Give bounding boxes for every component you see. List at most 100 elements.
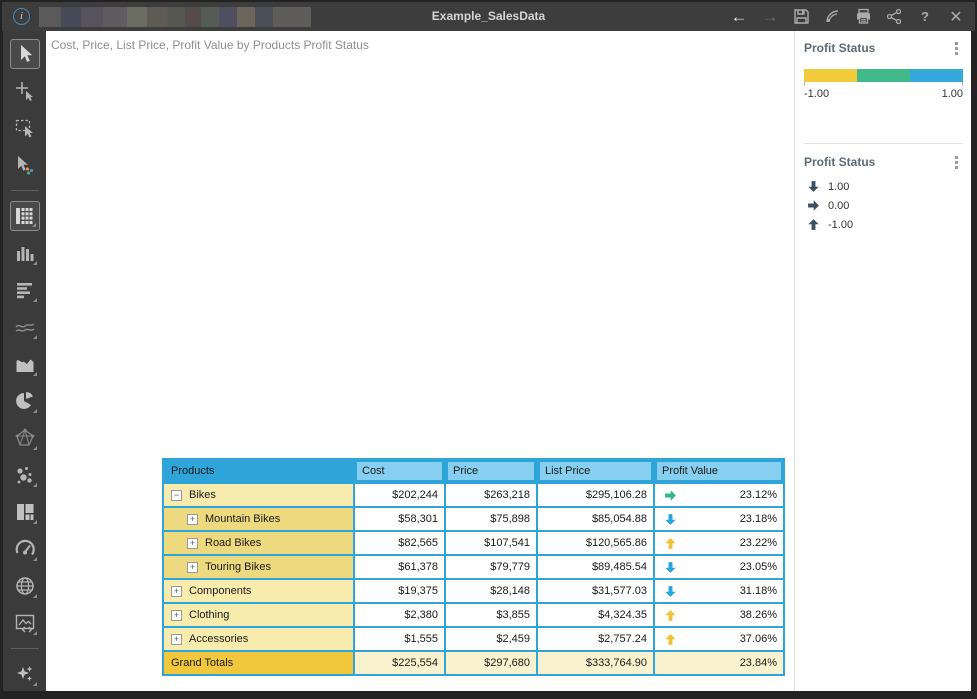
price-cell[interactable]: $75,898: [446, 508, 536, 530]
help-icon[interactable]: ?: [914, 6, 936, 28]
grand-total-profit-value[interactable]: 23.84%: [655, 652, 783, 674]
column-header-profit-value[interactable]: Profit Value: [655, 460, 783, 482]
product-label: Accessories: [189, 633, 248, 645]
row-header[interactable]: +Clothing: [164, 604, 353, 626]
gradient-ticks: [804, 82, 963, 86]
row-header[interactable]: +Road Bikes: [164, 532, 353, 554]
row-header[interactable]: + Accessories: [164, 628, 353, 650]
profit-value-cell[interactable]: 23.18%: [655, 508, 783, 530]
grand-totals-header[interactable]: Grand Totals: [164, 652, 353, 674]
price-cell[interactable]: $79,779: [446, 556, 536, 578]
forward-icon[interactable]: →: [759, 6, 781, 28]
back-icon[interactable]: ←: [728, 6, 750, 28]
legend-item[interactable]: 0.00: [804, 199, 963, 212]
scatter-plot-icon[interactable]: [10, 460, 40, 490]
custom-visualization-icon[interactable]: [10, 608, 40, 638]
cost-cell[interactable]: $2,380: [355, 604, 444, 626]
pie-chart-icon[interactable]: [10, 386, 40, 416]
row-header[interactable]: + Mountain Bikes: [164, 508, 353, 530]
list-price-cell[interactable]: $89,485.54: [538, 556, 653, 578]
grand-total-price[interactable]: $297,680: [446, 652, 536, 674]
product-label: Mountain Bikes: [205, 513, 280, 525]
column-header-price[interactable]: Price: [446, 460, 536, 482]
profit-value-cell[interactable]: 38.26%: [655, 604, 783, 626]
list-price-cell[interactable]: $85,054.88: [538, 508, 653, 530]
close-icon[interactable]: ✕: [945, 6, 967, 28]
cost-cell[interactable]: $19,375: [355, 580, 444, 602]
axis-selector-icon[interactable]: [10, 76, 40, 106]
expand-toggle[interactable]: +: [187, 514, 198, 525]
profit-value-label: 23.18%: [740, 513, 777, 525]
line-chart-icon[interactable]: [10, 312, 40, 342]
expand-toggle[interactable]: +: [171, 610, 182, 621]
title-bar: i Example_SalesData ← → ? ✕: [2, 2, 975, 31]
expand-toggle[interactable]: +: [171, 586, 182, 597]
legend-item[interactable]: 1.00: [804, 180, 963, 193]
grand-total-cost[interactable]: $225,554: [355, 652, 444, 674]
print-icon[interactable]: [852, 6, 874, 28]
profit-value-cell[interactable]: 23.22%: [655, 532, 783, 554]
product-label: Components: [189, 585, 251, 597]
legend-item[interactable]: -1.00: [804, 218, 963, 231]
profit-value-cell[interactable]: 23.12%: [655, 484, 783, 506]
collapse-toggle[interactable]: −: [171, 490, 182, 501]
kpi-gauge-icon[interactable]: [10, 534, 40, 564]
save-icon[interactable]: [790, 6, 812, 28]
gradient-max-label: 1.00: [942, 88, 963, 100]
cost-cell[interactable]: $58,301: [355, 508, 444, 530]
pointer-tool-icon[interactable]: [10, 39, 40, 69]
toolbar-actions: ← → ? ✕: [728, 2, 967, 31]
treemap-icon[interactable]: [10, 497, 40, 527]
profit-value-label: 38.26%: [740, 609, 777, 621]
profit-status-arrow-icon: [664, 561, 677, 574]
profit-value-cell[interactable]: 31.18%: [655, 580, 783, 602]
marked-items-icon[interactable]: [10, 150, 40, 180]
list-price-cell[interactable]: $2,757.24: [538, 628, 653, 650]
cross-table-icon[interactable]: [10, 201, 40, 231]
price-cell[interactable]: $263,218: [446, 484, 536, 506]
ai-recommendations-icon[interactable]: [10, 659, 40, 689]
profit-status-arrow-icon: [664, 633, 677, 646]
row-header[interactable]: −Bikes: [164, 484, 353, 506]
visualization-title: Cost, Price, List Price, Profit Value by…: [51, 38, 369, 52]
column-header-cost[interactable]: Cost: [355, 460, 444, 482]
profit-value-label: 23.12%: [740, 489, 777, 501]
down-arrow-icon: [807, 180, 820, 193]
horizontal-bar-chart-icon[interactable]: [10, 275, 40, 305]
kebab-menu-icon[interactable]: [949, 155, 963, 171]
price-cell[interactable]: $28,148: [446, 580, 536, 602]
row-header[interactable]: +Touring Bikes: [164, 556, 353, 578]
list-price-cell[interactable]: $120,565.86: [538, 532, 653, 554]
list-price-cell[interactable]: $31,577.03: [538, 580, 653, 602]
box-plot-icon[interactable]: [10, 423, 40, 453]
profit-value-cell[interactable]: 23.05%: [655, 556, 783, 578]
marquee-select-icon[interactable]: [10, 113, 40, 143]
column-header-products[interactable]: Products: [164, 460, 353, 482]
profit-value-cell[interactable]: 37.06%: [655, 628, 783, 650]
dropdown-corner: [33, 261, 37, 265]
column-header-list-price[interactable]: List Price: [538, 460, 653, 482]
kebab-menu-icon[interactable]: [949, 41, 963, 57]
expand-toggle[interactable]: +: [187, 562, 198, 573]
map-chart-icon[interactable]: [10, 571, 40, 601]
area-chart-icon[interactable]: [10, 349, 40, 379]
list-price-cell[interactable]: $4,324.35: [538, 604, 653, 626]
data-refresh-icon[interactable]: [821, 6, 843, 28]
grand-total-list-price[interactable]: $333,764.90: [538, 652, 653, 674]
expand-toggle[interactable]: +: [171, 634, 182, 645]
price-cell[interactable]: $3,855: [446, 604, 536, 626]
cost-cell[interactable]: $1,555: [355, 628, 444, 650]
cost-cell[interactable]: $202,244: [355, 484, 444, 506]
price-cell[interactable]: $2,459: [446, 628, 536, 650]
dropdown-corner: [33, 557, 37, 561]
cost-cell[interactable]: $82,565: [355, 532, 444, 554]
price-cell[interactable]: $107,541: [446, 532, 536, 554]
expand-toggle[interactable]: +: [187, 538, 198, 549]
bar-chart-icon[interactable]: [10, 238, 40, 268]
share-icon[interactable]: [883, 6, 905, 28]
row-header[interactable]: + Components: [164, 580, 353, 602]
cost-cell[interactable]: $61,378: [355, 556, 444, 578]
icon-legend: Profit Status 1.00 0.00 -1.00: [804, 144, 963, 231]
gradient-color-bar[interactable]: [804, 69, 963, 82]
list-price-cell[interactable]: $295,106.28: [538, 484, 653, 506]
